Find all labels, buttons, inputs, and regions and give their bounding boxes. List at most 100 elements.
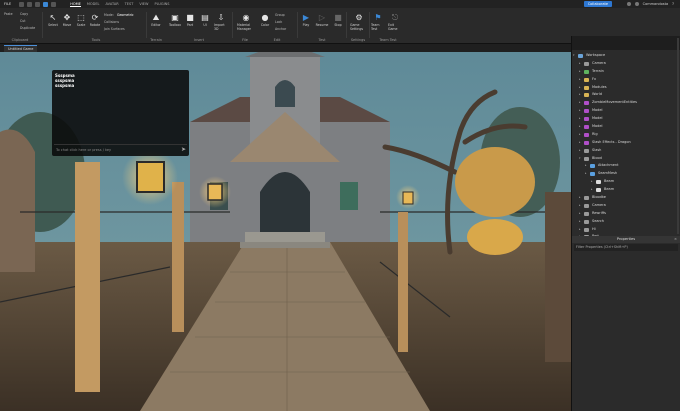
explorer-item[interactable]: ▸ Modules [572, 84, 680, 92]
part-icon [584, 227, 589, 232]
chevron-right-icon[interactable]: ▸ [579, 84, 581, 92]
play-button[interactable]: ▶ Play [299, 13, 313, 27]
tab-untitled-game[interactable]: Untitled Game [4, 44, 38, 52]
toolbox-button[interactable]: ▣ Toolbox [168, 13, 182, 27]
stop-quick-icon[interactable] [51, 1, 57, 7]
explorer-item-label: Model [592, 116, 603, 121]
chevron-down-icon[interactable]: ▾ [573, 52, 575, 60]
share-icon[interactable] [626, 2, 631, 6]
collaborate-button[interactable]: Collaborate [583, 1, 612, 7]
tab-model[interactable]: MODEL [87, 2, 100, 7]
tab-plugins[interactable]: PLUGINS [154, 2, 169, 7]
explorer-item[interactable]: ▸ Slash [572, 147, 680, 155]
chevron-right-icon[interactable]: ▸ [579, 123, 581, 131]
play-quick-icon[interactable] [43, 1, 49, 7]
explorer-item[interactable]: ▸ Rewriffs [572, 210, 680, 218]
part-button[interactable]: ■ Part [183, 13, 197, 27]
chevron-right-icon[interactable]: ▸ [579, 147, 581, 155]
explorer-item[interactable]: ▸ Rig [572, 131, 680, 139]
team-test-button[interactable]: ⚑ Team Test [371, 13, 385, 31]
select-tool[interactable]: ↖ Select [46, 13, 60, 27]
explorer-item[interactable]: ▸ Search [572, 218, 680, 226]
tab-view[interactable]: VIEW [139, 2, 148, 7]
chevron-right-icon[interactable]: ▸ [579, 202, 581, 210]
explorer-item[interactable]: ▸ Bloodke [572, 194, 680, 202]
save-icon[interactable] [19, 1, 25, 7]
notifications-icon[interactable] [634, 2, 639, 6]
explorer-item[interactable]: ▸ ZombieMovementEntities [572, 99, 680, 107]
redo-icon[interactable] [35, 1, 41, 7]
game-settings-button[interactable]: ⚙ Game Settings [350, 13, 368, 31]
chevron-right-icon[interactable]: ▸ [591, 178, 593, 186]
chevron-right-icon[interactable]: ▸ [579, 60, 581, 68]
explorer-item[interactable]: ▸ Model [572, 107, 680, 115]
explorer-item[interactable]: ▸ Slash Effects - Dragon [572, 139, 680, 147]
explorer-item[interactable]: ▸ Hi [572, 226, 680, 234]
help-icon[interactable]: ? [672, 2, 674, 6]
tab-test[interactable]: TEST [125, 2, 134, 7]
explorer-item[interactable]: ▸ Camera [572, 60, 680, 68]
send-icon[interactable]: ➤ [181, 146, 186, 153]
chevron-right-icon[interactable]: ▸ [579, 194, 581, 202]
explorer-item[interactable]: ▸ Beam [572, 178, 680, 186]
anchor-button[interactable]: Anchor [275, 27, 286, 31]
resume-button[interactable]: ▷ Resume [315, 13, 329, 27]
terrain-editor-button[interactable]: ⛰ Editor [149, 13, 163, 27]
collisions-toggle[interactable]: Collisions [104, 20, 119, 24]
chevron-right-icon[interactable]: ▸ [579, 115, 581, 123]
tab-avatar[interactable]: AVATAR [105, 2, 118, 7]
chevron-right-icon[interactable]: ▸ [579, 226, 581, 234]
chevron-right-icon[interactable]: ▸ [579, 99, 581, 107]
explorer-item[interactable]: ▸ Beam [572, 186, 680, 194]
color-button[interactable]: ● Color [258, 13, 272, 27]
chevron-right-icon[interactable]: ▸ [579, 76, 581, 84]
explorer-item[interactable]: ▸ SeamMesh [572, 170, 680, 178]
explorer-item[interactable]: ▸ Fx [572, 76, 680, 84]
chevron-right-icon[interactable]: ▸ [579, 139, 581, 147]
cut-button[interactable]: Cut [20, 19, 26, 23]
group-button[interactable]: Group [275, 13, 285, 17]
explorer-item[interactable]: ▸ Model [572, 115, 680, 123]
paste-button[interactable]: Paste [4, 12, 13, 16]
properties-filter-input[interactable]: Filter Properties (Ctrl+Shift+P) [574, 244, 678, 251]
chevron-right-icon[interactable]: ▸ [579, 218, 581, 226]
game-viewport[interactable]: Ssspsma ssspsma ssspsma To chat click he… [0, 52, 571, 411]
chevron-right-icon[interactable]: ▸ [579, 107, 581, 115]
chat-input[interactable]: To chat click here or press / key [54, 144, 187, 154]
material-manager-button[interactable]: ◉ Material Manager [237, 13, 255, 31]
explorer-scrollbar[interactable] [677, 38, 679, 234]
ui-button[interactable]: ▤ UI [198, 13, 212, 27]
stop-button[interactable]: ■ Stop [331, 13, 345, 27]
chevron-right-icon[interactable]: ▸ [585, 162, 587, 170]
duplicate-button[interactable]: Duplicate [20, 26, 35, 30]
chevron-right-icon[interactable]: ▸ [579, 68, 581, 76]
chevron-right-icon[interactable]: ▸ [585, 170, 587, 178]
explorer-item[interactable]: ▸ Attachment [572, 162, 680, 170]
close-icon[interactable]: × [674, 236, 677, 243]
join-surfaces-toggle[interactable]: Join Surfaces [104, 27, 125, 31]
copy-button[interactable]: Copy [20, 12, 28, 16]
rotate-tool[interactable]: ⟳ Rotate [88, 13, 102, 27]
chevron-right-icon[interactable]: ▸ [579, 210, 581, 218]
scale-tool[interactable]: ⬚ Scale [74, 13, 88, 27]
import3d-button[interactable]: ⇩ Import 3D [214, 13, 228, 31]
file-menu[interactable]: FILE [4, 2, 11, 6]
mode-select[interactable]: Geometric [117, 13, 134, 17]
username[interactable]: Commandosta [643, 2, 668, 6]
explorer-item[interactable]: ▾ Blood [572, 155, 680, 163]
explorer-item[interactable]: ▸ Model [572, 123, 680, 131]
explorer-item[interactable]: ▸ Camera [572, 202, 680, 210]
exit-game-button[interactable]: ⎋ Exit Game [388, 13, 402, 31]
explorer-item[interactable]: ▸ World [572, 91, 680, 99]
explorer-item-label: Rewriffs [592, 210, 606, 215]
move-tool[interactable]: ✥ Move [60, 13, 74, 27]
chevron-right-icon[interactable]: ▸ [579, 131, 581, 139]
explorer-item[interactable]: ▾ Workspace [572, 52, 680, 60]
explorer-item[interactable]: ▸ Terrain [572, 68, 680, 76]
chevron-down-icon[interactable]: ▾ [579, 155, 581, 163]
lock-button[interactable]: Lock [275, 20, 282, 24]
chevron-right-icon[interactable]: ▸ [579, 91, 581, 99]
chevron-right-icon[interactable]: ▸ [591, 186, 593, 194]
tab-home[interactable]: HOME [70, 2, 81, 7]
undo-icon[interactable] [27, 1, 33, 7]
